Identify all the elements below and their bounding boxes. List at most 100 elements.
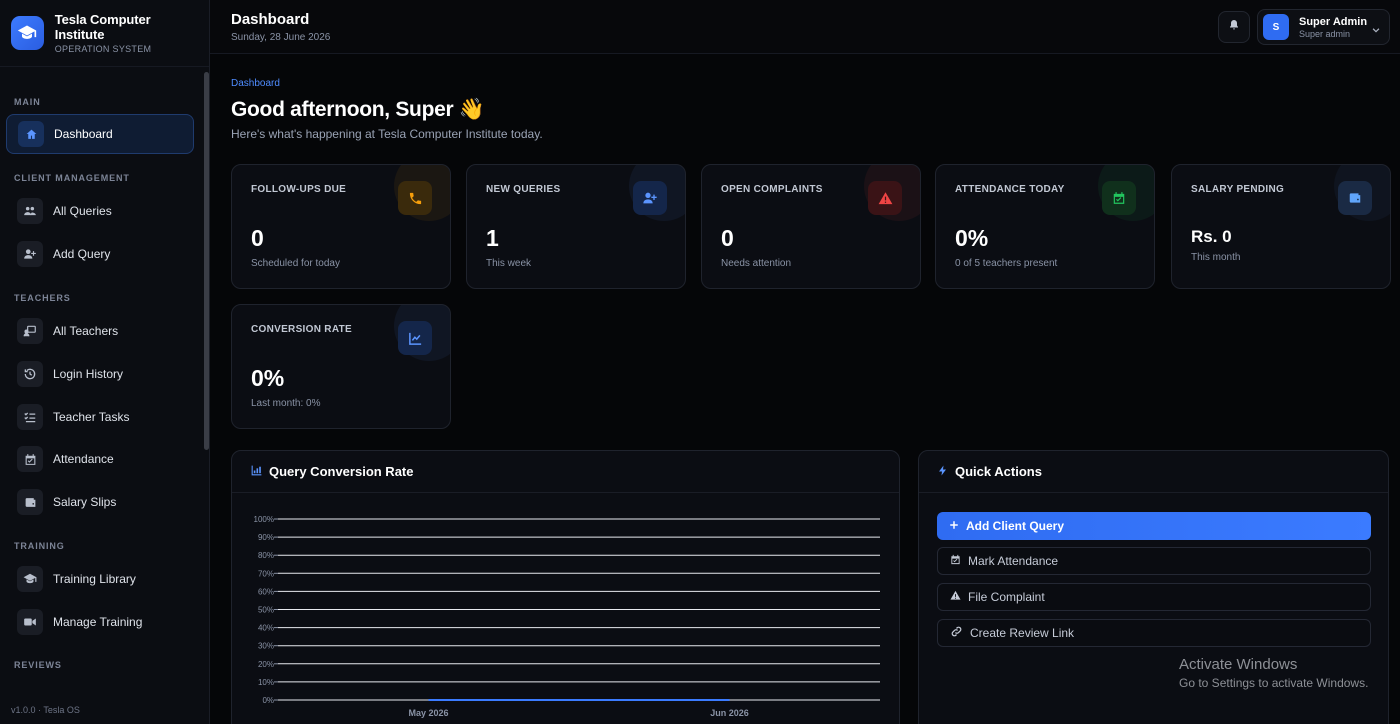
mark-attendance-button[interactable]: Mark Attendance [937,547,1371,575]
sidebar-scrollbar[interactable] [204,72,209,450]
users-icon [17,198,43,224]
breadcrumb[interactable]: Dashboard [231,78,280,89]
stat-label: NEW QUERIES [486,184,561,195]
button-label: Add Client Query [966,519,1065,533]
sidebar-item-label: Manage Training [53,615,143,629]
phone-icon [398,181,432,215]
top-header: Dashboard Sunday, 28 June 2026 S Super A… [210,0,1400,54]
brand-subtitle: OPERATION SYSTEM [54,44,152,54]
y-tick-label: 90% [258,533,274,542]
stat-value: 0 [251,225,264,251]
stat-label: OPEN COMPLAINTS [721,184,823,195]
home-icon [18,121,44,147]
sidebar-item-teacher-tasks[interactable]: Teacher Tasks [6,397,194,437]
greeting-subtitle: Here's what's happening at Tesla Compute… [231,127,543,141]
button-label: Mark Attendance [968,554,1059,568]
stat-card-attendance-today[interactable]: ATTENDANCE TODAY 0% 0 of 5 teachers pres… [935,164,1155,289]
app-version: v1.0.0 · Tesla OS [11,705,80,715]
sidebar-item-label: All Teachers [53,324,119,338]
stat-value: 0% [251,365,285,391]
stat-card-conversion-rate[interactable]: CONVERSION RATE 0% Last month: 0% [231,304,451,429]
sidebar-item-dashboard[interactable]: Dashboard [6,114,194,154]
stat-value: 0 [721,225,734,251]
user-name: Super Admin [1299,15,1368,28]
brand[interactable]: Tesla Computer Institute OPERATION SYSTE… [0,0,209,67]
x-tick-label: Jun 2026 [710,708,749,718]
y-tick-label: 100% [254,515,274,524]
link-icon [950,625,970,641]
greeting-heading: Good afternoon, Super 👋 [231,98,485,121]
add-client-query-button[interactable]: Add Client Query [937,512,1371,540]
warning-icon [868,181,902,215]
y-tick-label: 70% [258,569,274,578]
button-label: Create Review Link [970,626,1075,640]
stat-label: CONVERSION RATE [251,324,352,335]
header-date: Sunday, 28 June 2026 [231,32,331,43]
sidebar-item-attendance[interactable]: Attendance [6,439,194,479]
chart-panel-header: Query Conversion Rate [232,451,899,493]
user-plus-icon [633,181,667,215]
bolt-icon [937,464,955,480]
stat-note: Scheduled for today [251,258,340,269]
brand-title: Tesla Computer Institute [54,12,151,42]
sidebar-item-add-query[interactable]: Add Query [6,234,194,274]
sidebar-item-label: Salary Slips [53,495,117,509]
sidebar-item-label: Teacher Tasks [53,410,130,424]
y-tick-label: 30% [258,642,274,651]
nav-section-training: TRAINING [14,541,65,551]
stat-card-salary-pending[interactable]: SALARY PENDING Rs. 0 This month [1171,164,1391,289]
quick-actions-header: Quick Actions [919,451,1388,493]
nav-section-reviews: REVIEWS [14,660,62,670]
stat-card-follow-ups[interactable]: FOLLOW-UPS DUE 0 Scheduled for today [231,164,451,289]
graduation-cap-icon [11,16,44,50]
stat-note: Last month: 0% [251,398,321,409]
stat-value: Rs. 0 [1191,227,1232,246]
sidebar-item-label: Attendance [53,452,114,466]
calendar-check-icon [950,554,968,568]
chart-panel: Query Conversion Rate 0% 10% 20% 30% 40% 50% 6… [231,450,900,724]
stat-note: 0 of 5 teachers present [955,258,1058,269]
stat-value: 0% [955,225,989,251]
stat-label: ATTENDANCE TODAY [955,184,1065,195]
chart-panel-title: Query Conversion Rate [269,464,414,479]
notifications-button[interactable] [1218,11,1250,43]
file-complaint-button[interactable]: File Complaint [937,583,1371,611]
y-tick-label: 0% [262,696,274,705]
sidebar-item-all-teachers[interactable]: All Teachers [6,311,194,351]
stat-card-new-queries[interactable]: NEW QUERIES 1 This week [466,164,686,289]
user-role: Super admin [1299,28,1351,39]
calendar-check-icon [17,446,43,472]
y-tick-label: 50% [258,606,274,615]
nav-section-client-management: CLIENT MANAGEMENT [14,173,130,183]
y-tick-label: 60% [258,587,274,596]
sidebar-item-training-library[interactable]: Training Library [6,559,194,599]
nav-section-main: MAIN [14,97,41,107]
sidebar-item-login-history[interactable]: Login History [6,354,194,394]
stat-label: FOLLOW-UPS DUE [251,184,347,195]
plus-icon [949,519,966,533]
bar-chart-icon [250,464,269,480]
wallet-icon [1338,181,1372,215]
button-label: File Complaint [968,590,1045,604]
create-review-link-button[interactable]: Create Review Link [937,619,1371,647]
sidebar-item-label: Login History [53,367,124,381]
stat-value: 1 [486,225,499,251]
stat-note: This month [1191,252,1241,263]
stat-label: SALARY PENDING [1191,184,1285,195]
windows-activation-subtitle: Go to Settings to activate Windows. [1179,676,1369,690]
sidebar-item-all-queries[interactable]: All Queries [6,191,194,231]
stat-card-open-complaints[interactable]: OPEN COMPLAINTS 0 Needs attention [701,164,921,289]
page-title: Dashboard [231,11,310,28]
y-tick-label: 80% [258,551,274,560]
sidebar-item-manage-training[interactable]: Manage Training [6,602,194,642]
sidebar-nav: MAIN Dashboard CLIENT MANAGEMENT All Que… [0,67,202,694]
windows-activation-title: Activate Windows [1179,656,1298,673]
y-tick-label: 20% [258,660,274,669]
chevron-down-icon [1371,22,1381,40]
bell-icon [1228,18,1240,36]
user-menu-button[interactable]: S Super Admin Super admin [1257,9,1390,45]
chalkboard-teacher-icon [17,318,43,344]
sidebar-item-salary-slips[interactable]: Salary Slips [6,482,194,522]
sidebar-item-label: All Queries [53,204,112,218]
y-tick-label: 40% [258,624,274,633]
